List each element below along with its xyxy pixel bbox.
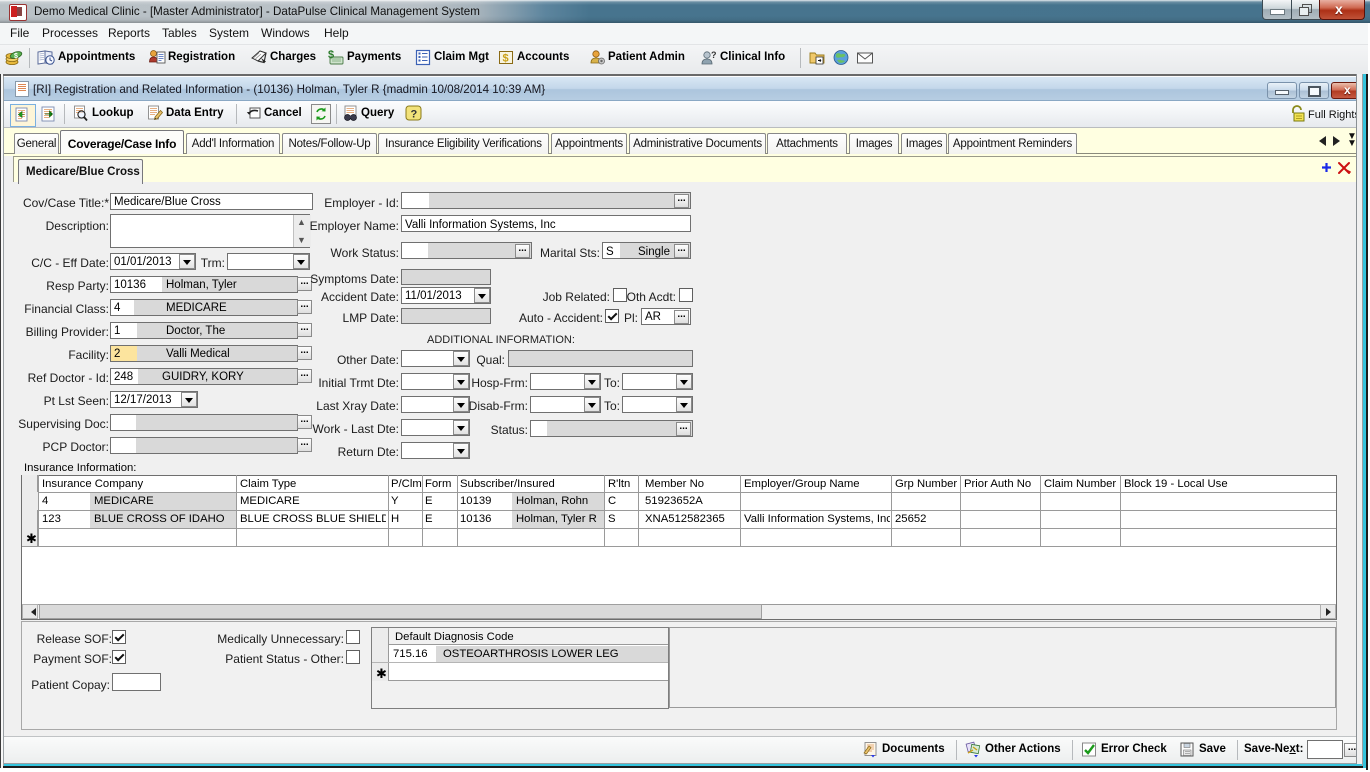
svg-text:?: ? [711,50,717,60]
svg-text:$: $ [503,53,509,65]
svg-text:$: $ [14,53,18,60]
svg-text:$: $ [328,49,334,61]
svg-text:?: ? [411,109,418,121]
